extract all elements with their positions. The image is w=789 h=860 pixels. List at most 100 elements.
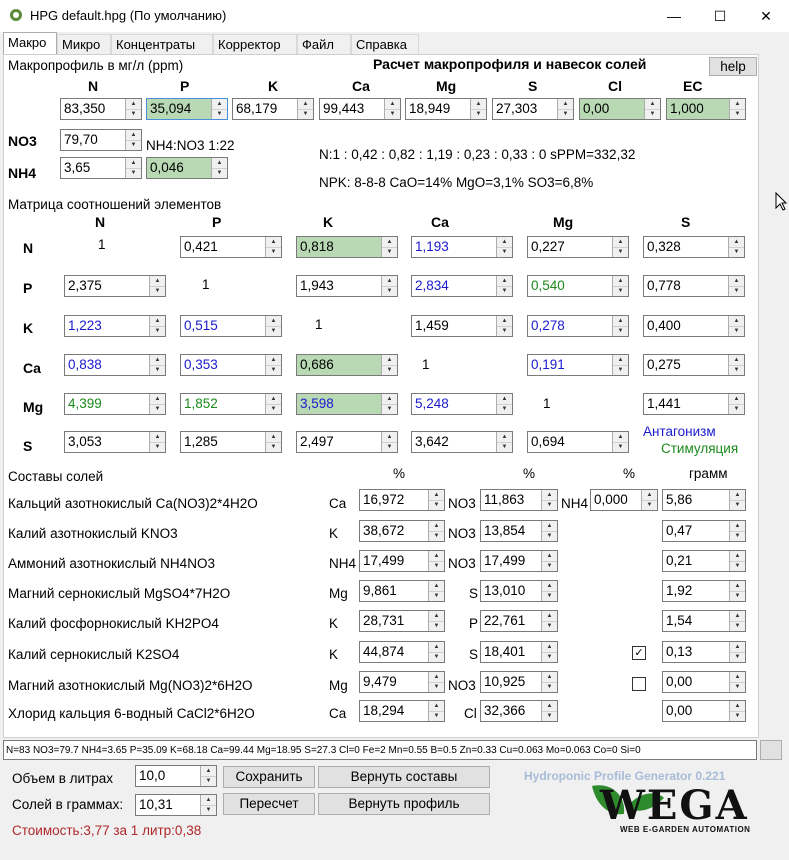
salt-pct1-input[interactable]: 38,672 ▲ ▼ bbox=[359, 520, 445, 542]
salt-pct3-input[interactable]: 0,000 ▲ ▼ bbox=[590, 489, 658, 511]
no3-input[interactable]: 79,70 ▲ ▼ bbox=[60, 129, 142, 151]
salt-pct1-input[interactable]: 28,731 ▲ ▼ bbox=[359, 610, 445, 632]
spin-down-icon[interactable]: ▼ bbox=[613, 326, 628, 336]
spin-down-icon[interactable]: ▼ bbox=[150, 442, 165, 452]
tab-help[interactable]: Справка bbox=[351, 34, 419, 54]
spin-down-icon[interactable]: ▼ bbox=[642, 500, 657, 510]
salt-pct2-input[interactable]: 13,854 ▲ ▼ bbox=[480, 520, 558, 542]
spin-down-icon[interactable]: ▼ bbox=[126, 109, 141, 119]
salt-pct1-input[interactable]: 44,874 ▲ ▼ bbox=[359, 641, 445, 663]
spin-down-icon[interactable]: ▼ bbox=[542, 621, 557, 631]
spin-down-icon[interactable]: ▼ bbox=[542, 531, 557, 541]
spin-down-icon[interactable]: ▼ bbox=[497, 286, 512, 296]
spin-down-icon[interactable]: ▼ bbox=[150, 365, 165, 375]
matrix-k-n[interactable]: 1,223 ▲ ▼ bbox=[64, 315, 166, 337]
spin-down-icon[interactable]: ▼ bbox=[266, 404, 281, 414]
matrix-mg-ca[interactable]: 5,248 ▲ ▼ bbox=[411, 393, 513, 415]
spin-down-icon[interactable]: ▼ bbox=[212, 109, 227, 119]
spin-down-icon[interactable]: ▼ bbox=[729, 326, 744, 336]
profile-n-input[interactable]: 83,350 ▲ ▼ bbox=[60, 98, 142, 120]
matrix-s-k[interactable]: 2,497 ▲ ▼ bbox=[296, 431, 398, 453]
spin-down-icon[interactable]: ▼ bbox=[382, 286, 397, 296]
minimize-button[interactable]: — bbox=[651, 0, 697, 32]
spin-down-icon[interactable]: ▼ bbox=[150, 404, 165, 414]
salt-gram-input[interactable]: 1,54 ▲ ▼ bbox=[662, 610, 746, 632]
spin-down-icon[interactable]: ▼ bbox=[730, 652, 745, 662]
matrix-k-s[interactable]: 0,400 ▲ ▼ bbox=[643, 315, 745, 337]
salts-gram-input[interactable]: 10,31 ▲ ▼ bbox=[135, 794, 217, 816]
matrix-n-p[interactable]: 0,421 ▲ ▼ bbox=[180, 236, 282, 258]
tab-file[interactable]: Файл bbox=[297, 34, 351, 54]
spin-down-icon[interactable]: ▼ bbox=[497, 404, 512, 414]
profile-p-input[interactable]: 35,094 ▲ ▼ bbox=[146, 98, 228, 120]
tab-macro[interactable]: Макро bbox=[3, 32, 57, 54]
spin-down-icon[interactable]: ▼ bbox=[429, 500, 444, 510]
spin-down-icon[interactable]: ▼ bbox=[471, 109, 486, 119]
spin-down-icon[interactable]: ▼ bbox=[266, 326, 281, 336]
matrix-p-n[interactable]: 2,375 ▲ ▼ bbox=[64, 275, 166, 297]
status-button[interactable] bbox=[760, 740, 782, 760]
salt-gram-input[interactable]: 1,92 ▲ ▼ bbox=[662, 580, 746, 602]
spin-down-icon[interactable]: ▼ bbox=[730, 621, 745, 631]
spin-down-icon[interactable]: ▼ bbox=[266, 365, 281, 375]
salt-pct2-input[interactable]: 17,499 ▲ ▼ bbox=[480, 550, 558, 572]
salt-pct2-input[interactable]: 22,761 ▲ ▼ bbox=[480, 610, 558, 632]
maximize-button[interactable]: ☐ bbox=[697, 0, 743, 32]
profile-s-input[interactable]: 27,303 ▲ ▼ bbox=[492, 98, 574, 120]
salt-pct2-input[interactable]: 11,863 ▲ ▼ bbox=[480, 489, 558, 511]
salt-gram-input[interactable]: 0,00 ▲ ▼ bbox=[662, 700, 746, 722]
spin-down-icon[interactable]: ▼ bbox=[542, 652, 557, 662]
spin-down-icon[interactable]: ▼ bbox=[382, 365, 397, 375]
matrix-n-k[interactable]: 0,818 ▲ ▼ bbox=[296, 236, 398, 258]
nh4-input[interactable]: 3,65 ▲ ▼ bbox=[60, 157, 142, 179]
matrix-n-mg[interactable]: 0,227 ▲ ▼ bbox=[527, 236, 629, 258]
spin-down-icon[interactable]: ▼ bbox=[429, 591, 444, 601]
spin-down-icon[interactable]: ▼ bbox=[729, 404, 744, 414]
spin-down-icon[interactable]: ▼ bbox=[729, 286, 744, 296]
profile-summary-field[interactable]: N=83 NO3=79.7 NH4=3.65 P=35.09 K=68.18 C… bbox=[3, 740, 757, 760]
spin-down-icon[interactable]: ▼ bbox=[150, 326, 165, 336]
mgno3-checkbox[interactable] bbox=[632, 677, 646, 691]
matrix-n-ca[interactable]: 1,193 ▲ ▼ bbox=[411, 236, 513, 258]
spin-down-icon[interactable]: ▼ bbox=[730, 531, 745, 541]
spin-down-icon[interactable]: ▼ bbox=[729, 247, 744, 257]
salt-pct2-input[interactable]: 13,010 ▲ ▼ bbox=[480, 580, 558, 602]
spin-down-icon[interactable]: ▼ bbox=[730, 682, 745, 692]
profile-ca-input[interactable]: 99,443 ▲ ▼ bbox=[319, 98, 401, 120]
spin-down-icon[interactable]: ▼ bbox=[382, 404, 397, 414]
spin-down-icon[interactable]: ▼ bbox=[613, 442, 628, 452]
matrix-p-k[interactable]: 1,943 ▲ ▼ bbox=[296, 275, 398, 297]
volume-input[interactable]: 10,0 ▲ ▼ bbox=[135, 765, 217, 787]
spin-down-icon[interactable]: ▼ bbox=[429, 652, 444, 662]
spin-down-icon[interactable]: ▼ bbox=[126, 140, 141, 150]
spin-down-icon[interactable]: ▼ bbox=[542, 591, 557, 601]
spin-down-icon[interactable]: ▼ bbox=[385, 109, 400, 119]
matrix-s-mg[interactable]: 0,694 ▲ ▼ bbox=[527, 431, 629, 453]
save-button[interactable]: Сохранить bbox=[223, 766, 315, 788]
salt-pct1-input[interactable]: 18,294 ▲ ▼ bbox=[359, 700, 445, 722]
profile-cl-input[interactable]: 0,00 ▲ ▼ bbox=[579, 98, 661, 120]
matrix-k-mg[interactable]: 0,278 ▲ ▼ bbox=[527, 315, 629, 337]
matrix-mg-s[interactable]: 1,441 ▲ ▼ bbox=[643, 393, 745, 415]
spin-down-icon[interactable]: ▼ bbox=[645, 109, 660, 119]
salt-pct1-input[interactable]: 9,861 ▲ ▼ bbox=[359, 580, 445, 602]
matrix-mg-p[interactable]: 1,852 ▲ ▼ bbox=[180, 393, 282, 415]
salt-gram-input[interactable]: 0,47 ▲ ▼ bbox=[662, 520, 746, 542]
salt-pct1-input[interactable]: 16,972 ▲ ▼ bbox=[359, 489, 445, 511]
spin-down-icon[interactable]: ▼ bbox=[429, 531, 444, 541]
salt-gram-input[interactable]: 0,21 ▲ ▼ bbox=[662, 550, 746, 572]
matrix-mg-n[interactable]: 4,399 ▲ ▼ bbox=[64, 393, 166, 415]
matrix-s-ca[interactable]: 3,642 ▲ ▼ bbox=[411, 431, 513, 453]
spin-down-icon[interactable]: ▼ bbox=[497, 247, 512, 257]
spin-down-icon[interactable]: ▼ bbox=[542, 500, 557, 510]
salt-pct2-input[interactable]: 10,925 ▲ ▼ bbox=[480, 671, 558, 693]
spin-down-icon[interactable]: ▼ bbox=[730, 591, 745, 601]
spin-down-icon[interactable]: ▼ bbox=[542, 711, 557, 721]
spin-down-icon[interactable]: ▼ bbox=[542, 682, 557, 692]
tab-corrector[interactable]: Корректор bbox=[213, 34, 297, 54]
spin-down-icon[interactable]: ▼ bbox=[730, 711, 745, 721]
matrix-k-p[interactable]: 0,515 ▲ ▼ bbox=[180, 315, 282, 337]
matrix-n-s[interactable]: 0,328 ▲ ▼ bbox=[643, 236, 745, 258]
spin-down-icon[interactable]: ▼ bbox=[429, 561, 444, 571]
spin-down-icon[interactable]: ▼ bbox=[497, 326, 512, 336]
